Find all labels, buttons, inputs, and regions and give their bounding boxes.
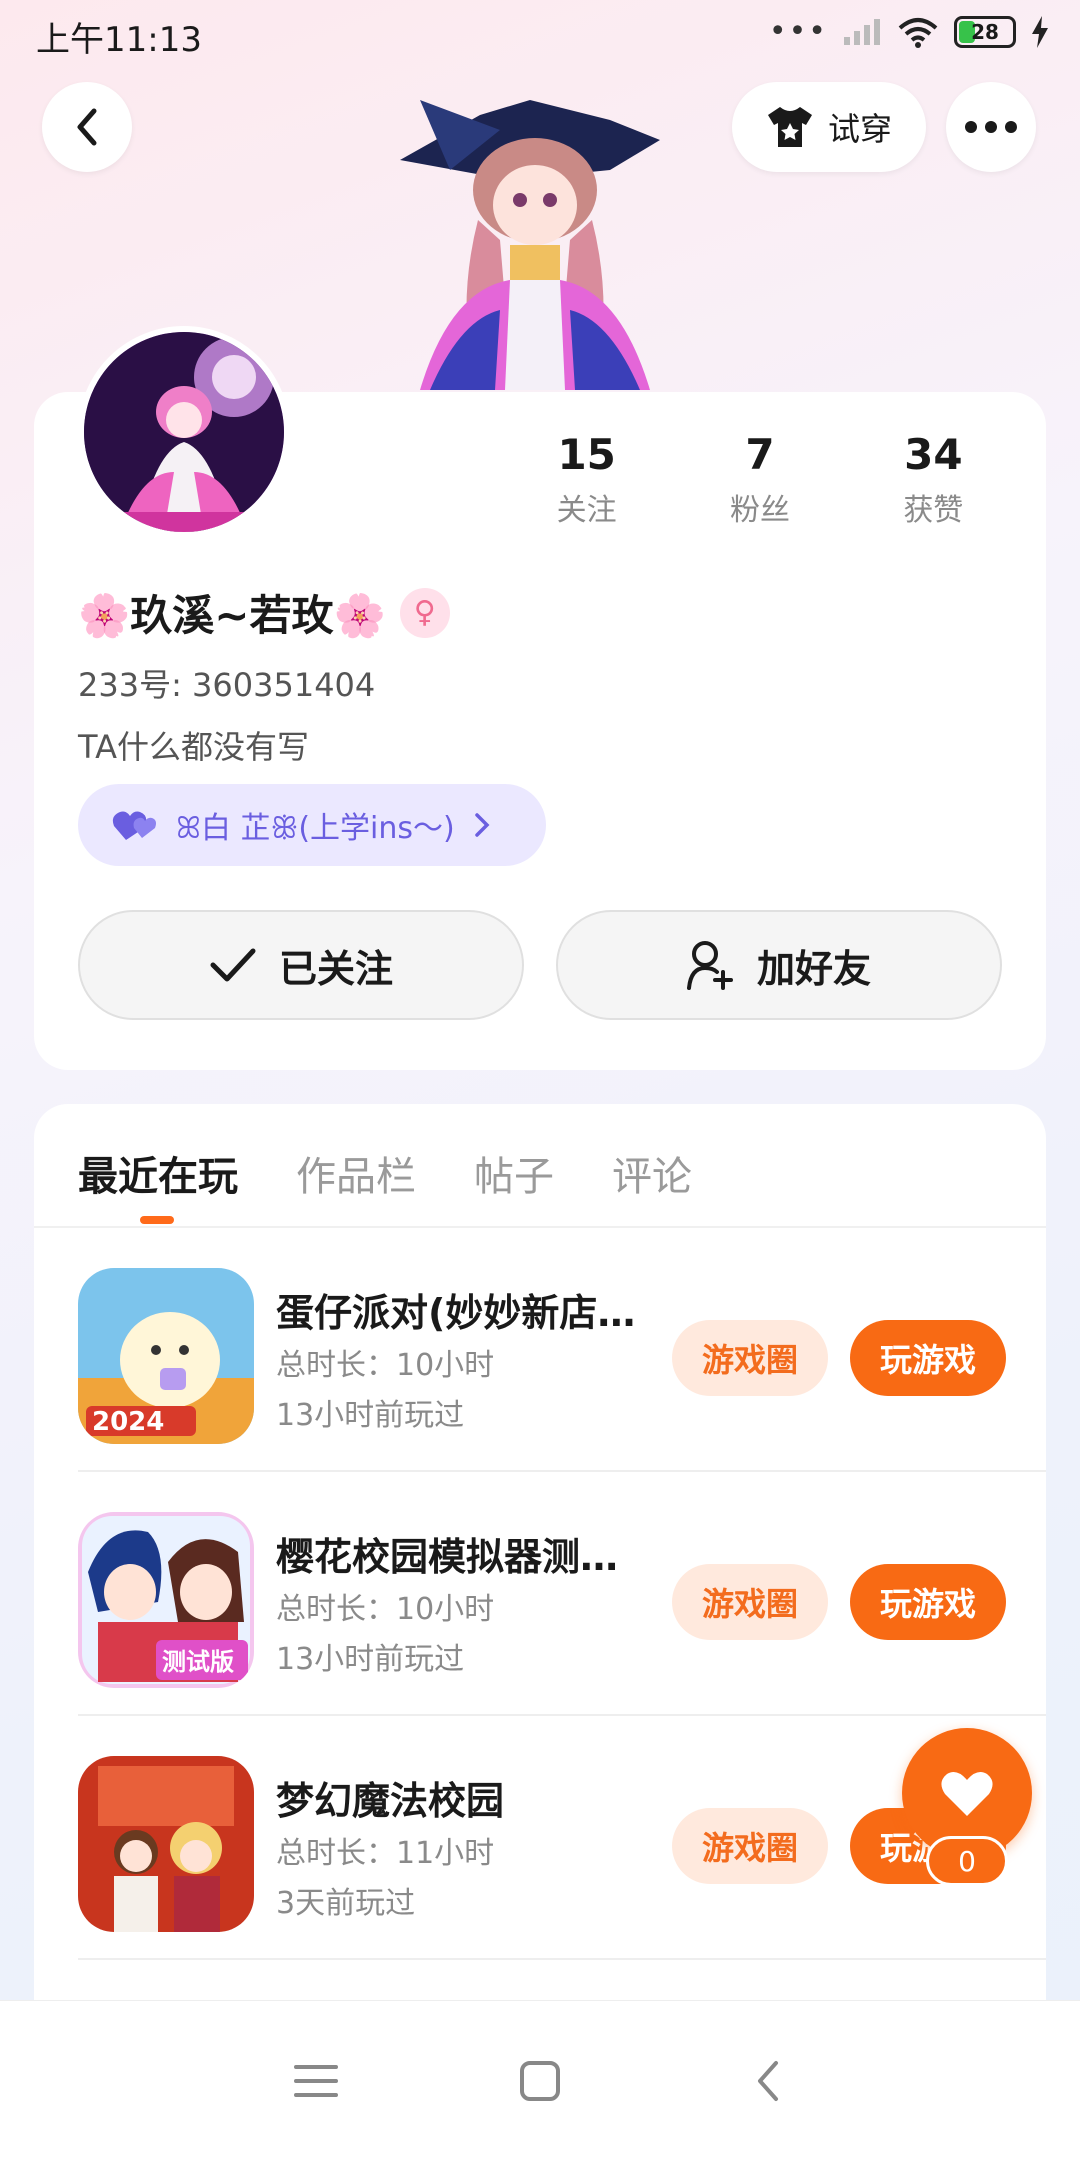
play-game-button[interactable]: 玩游戏 (850, 1320, 1006, 1396)
stat-likes[interactable]: 34 获赞 (847, 430, 1020, 529)
svg-text:2024: 2024 (92, 1407, 164, 1437)
stat-likes-label: 获赞 (903, 493, 964, 528)
game-title: 樱花校园模拟器测… (276, 1535, 619, 1579)
game-circle-button[interactable]: 游戏圈 (672, 1564, 828, 1640)
female-gender-icon: ♀ (399, 587, 450, 638)
game-icon-magic-school (78, 1756, 254, 1932)
svg-text:测试版: 测试版 (162, 1648, 234, 1676)
add-user-icon (686, 941, 733, 990)
game-last-played: 3天前玩过 (276, 1886, 416, 1921)
game-circle-button[interactable]: 游戏圈 (672, 1808, 828, 1884)
game-title: 梦幻魔法校园 (276, 1779, 505, 1823)
play-game-button[interactable]: 玩游戏 (850, 1564, 1006, 1640)
content-card: 最近在玩 作品栏 帖子 评论 2024 蛋仔派对(妙妙新店… 总时长：10小时 … (34, 1104, 1046, 2104)
stat-following[interactable]: 15 关注 (500, 430, 673, 529)
stat-following-label: 关注 (556, 493, 617, 528)
system-back-button[interactable] (738, 2051, 798, 2111)
stat-fans-count: 7 (745, 430, 775, 479)
charging-icon (1032, 15, 1048, 48)
chevron-right-icon (474, 813, 490, 837)
row-divider (78, 1958, 1046, 1960)
heart-icon (941, 1772, 993, 1816)
game-last-played: 13小时前玩过 (276, 1642, 465, 1677)
like-count: 0 (926, 1836, 1008, 1886)
game-duration: 总时长：11小时 (276, 1836, 495, 1871)
try-on-button[interactable]: 试穿 (732, 82, 926, 172)
back-arrow-icon (758, 2061, 778, 2101)
nickname: 🌸玖溪~若玫🌸 ♀ (78, 582, 450, 643)
system-nav-bar (0, 2000, 1080, 2160)
tab-comments[interactable]: 评论 (612, 1144, 692, 1202)
status-time: 上午11:13 (36, 20, 202, 60)
home-button[interactable] (510, 2051, 570, 2111)
game-duration: 总时长：10小时 (276, 1592, 495, 1627)
status-icons: ••• 28 (769, 14, 1050, 49)
tab-recent-playing[interactable]: 最近在玩 (78, 1144, 238, 1202)
relation-text: ꕤ白 芷ꕥ(上学ins～) (176, 811, 455, 846)
recent-apps-button[interactable] (286, 2051, 346, 2111)
back-button[interactable] (42, 82, 132, 172)
profile-avatar[interactable] (78, 326, 290, 538)
more-horizontal-icon (965, 121, 1017, 133)
more-options-button[interactable] (946, 82, 1036, 172)
more-dots-icon: ••• (768, 14, 828, 49)
profile-stats: 15 关注 7 粉丝 34 获赞 (500, 430, 1020, 529)
stat-fans-label: 粉丝 (729, 493, 790, 528)
square-icon (520, 2061, 560, 2101)
double-heart-icon (112, 811, 156, 840)
avatar-character-image (400, 100, 660, 390)
stat-following-count: 15 (557, 430, 616, 479)
menu-icon (294, 2065, 338, 2097)
tab-indicator (140, 1216, 174, 1224)
game-row[interactable]: 梦幻魔法校园 总时长：11小时 3天前玩过 游戏圈 玩游戏 (78, 1716, 1046, 1960)
add-friend-label: 加好友 (756, 946, 871, 991)
signal-icon (844, 18, 880, 45)
check-icon (210, 948, 256, 982)
tshirt-icon (767, 107, 812, 147)
battery-level: 28 (971, 19, 999, 44)
battery-icon: 28 (954, 15, 1016, 48)
wifi-icon (898, 17, 938, 48)
followed-label: 已关注 (278, 946, 393, 991)
game-circle-button[interactable]: 游戏圈 (672, 1320, 828, 1396)
user-bio: TA什么都没有写 (78, 728, 309, 766)
add-friend-button[interactable]: 加好友 (556, 910, 1002, 1020)
followed-button[interactable]: 已关注 (78, 910, 524, 1020)
relation-pill[interactable]: ꕤ白 芷ꕥ(上学ins～) (78, 784, 546, 866)
profile-tabs: 最近在玩 作品栏 帖子 评论 (78, 1144, 692, 1202)
game-row[interactable]: 2024 蛋仔派对(妙妙新店… 总时长：10小时 13小时前玩过 游戏圈 玩游戏 (78, 1228, 1046, 1472)
stat-fans[interactable]: 7 粉丝 (673, 430, 846, 529)
game-icon-eggy-party: 2024 (78, 1268, 254, 1444)
game-last-played: 13小时前玩过 (276, 1398, 465, 1433)
game-duration: 总时长：10小时 (276, 1348, 495, 1383)
user-id: 233号: 360351404 (78, 666, 376, 704)
game-icon-sakura-school: 测试版 (78, 1512, 254, 1688)
nickname-text: 🌸玖溪~若玫🌸 (78, 591, 386, 640)
tab-posts[interactable]: 帖子 (474, 1144, 554, 1202)
chevron-left-icon (77, 108, 97, 146)
game-title: 蛋仔派对(妙妙新店… (276, 1291, 636, 1335)
tab-works[interactable]: 作品栏 (296, 1144, 416, 1202)
try-on-label: 试穿 (827, 110, 892, 148)
stat-likes-count: 34 (904, 430, 963, 479)
game-row[interactable]: 测试版 樱花校园模拟器测… 总时长：10小时 13小时前玩过 游戏圈 玩游戏 (78, 1472, 1046, 1716)
